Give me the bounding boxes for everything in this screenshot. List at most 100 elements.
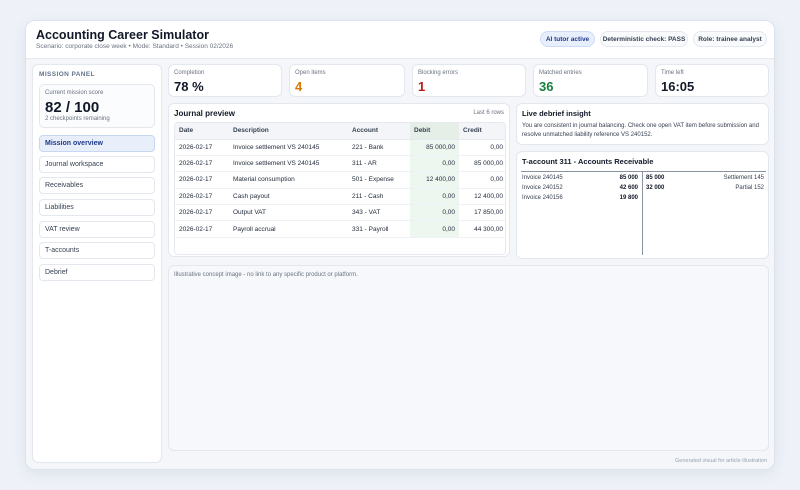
- footer-note: Generated visual for article illustratio…: [674, 458, 767, 464]
- cell-debit: 0,00: [410, 155, 459, 173]
- cell-credit: 85 000,00: [459, 155, 505, 173]
- cell-account: 221 - Bank: [348, 139, 410, 156]
- credit-entry-label: Settlement 145: [723, 175, 764, 181]
- column-header-description[interactable]: Description: [229, 123, 348, 140]
- score-value: 82 / 100: [45, 99, 100, 116]
- cell-credit: 44 300,00: [459, 220, 505, 238]
- credit-entry-label: Partial 152: [735, 185, 764, 191]
- debrief-insight-panel: Live debrief insight You are consistent …: [516, 103, 769, 145]
- mission-panel: MISSION PANEL Current mission score 82 /…: [32, 64, 162, 463]
- journal-table: Date Description Account Debit Credit 20…: [174, 122, 506, 255]
- debit-entry-amount: 85 000: [619, 175, 638, 181]
- app-window: Accounting Career Simulator Scenario: co…: [25, 20, 775, 470]
- column-header-credit[interactable]: Credit: [459, 123, 505, 140]
- cell-account: 211 - Cash: [348, 188, 410, 206]
- credit-entry-amount: 32 000: [646, 185, 665, 191]
- cell-credit: 12 400,00: [459, 188, 505, 206]
- kpi-value: 78 %: [174, 79, 204, 94]
- cell-debit: 0,00: [410, 204, 459, 222]
- debit-entry-label: Invoice 240156: [522, 195, 563, 201]
- mission-panel-heading: MISSION PANEL: [39, 71, 96, 78]
- kpi-label: Time left: [661, 70, 684, 76]
- nav-item-journal-workspace[interactable]: Journal workspace: [39, 156, 155, 173]
- debit-entry-label: Invoice 240152: [522, 185, 563, 191]
- debit-entry-amount: 19 800: [619, 195, 638, 201]
- score-label: Current mission score: [45, 90, 104, 96]
- cell-account: 343 - VAT: [348, 204, 410, 222]
- table-row[interactable]: 2026-02-17 Cash payout 211 - Cash 0,00 1…: [175, 188, 505, 206]
- cell-credit: 17 850,00: [459, 204, 505, 222]
- kpi-matched-entries: Matched entries 36: [533, 64, 648, 97]
- cell-description: Output VAT: [229, 204, 348, 222]
- t-account-title: T-account 311 - Accounts Receivable: [522, 157, 654, 166]
- cell-debit: 0,00: [410, 220, 459, 238]
- cell-account: 501 - Expense: [348, 171, 410, 189]
- checkpoints-remaining: 2 checkpoints remaining: [45, 116, 110, 122]
- nav-item-vat-review[interactable]: VAT review: [39, 221, 155, 238]
- kpi-completion: Completion 78 %: [168, 64, 282, 97]
- t-account-horizontal-rule: [521, 171, 766, 172]
- kpi-label: Open items: [295, 70, 326, 76]
- kpi-time-left: Time left 16:05: [655, 64, 769, 97]
- table-row[interactable]: 2026-02-17 Invoice settlement VS 240145 …: [175, 155, 505, 173]
- table-row[interactable]: 2026-02-17 Payroll accrual 331 - Payroll…: [175, 220, 505, 238]
- nav-item-mission-overview[interactable]: Mission overview: [39, 135, 155, 152]
- kpi-value: 36: [539, 79, 554, 94]
- column-header-account[interactable]: Account: [348, 123, 410, 140]
- concept-disclaimer: Illustrative concept image - no link to …: [174, 272, 358, 278]
- mission-score-card: Current mission score 82 / 100 2 checkpo…: [39, 84, 155, 128]
- cell-date: 2026-02-17: [175, 139, 229, 156]
- cell-description: Cash payout: [229, 188, 348, 206]
- column-header-date[interactable]: Date: [175, 123, 229, 140]
- kpi-value: 4: [295, 79, 303, 94]
- deterministic-check-badge[interactable]: Deterministic check: PASS: [600, 31, 688, 47]
- kpi-open-items: Open items 4: [289, 64, 405, 97]
- cell-description: Payroll accrual: [229, 220, 348, 238]
- top-bar: Accounting Career Simulator Scenario: co…: [26, 21, 774, 59]
- cell-debit: 0,00: [410, 188, 459, 206]
- concept-image-area: Illustrative concept image - no link to …: [168, 265, 769, 451]
- nav-item-receivables[interactable]: Receivables: [39, 177, 155, 194]
- cell-description: Invoice settlement VS 240145: [229, 139, 348, 156]
- table-row[interactable]: 2026-02-17 Material consumption 501 - Ex…: [175, 171, 505, 189]
- kpi-value: 1: [418, 79, 426, 94]
- cell-credit: 0,00: [459, 171, 505, 189]
- insight-text: You are consistent in journal balancing.…: [522, 123, 759, 138]
- nav-item-debrief[interactable]: Debrief: [39, 264, 155, 281]
- table-row[interactable]: 2026-02-17 Output VAT 343 - VAT 0,00 17 …: [175, 204, 505, 222]
- insight-title: Live debrief insight: [522, 109, 591, 118]
- cell-date: 2026-02-17: [175, 188, 229, 206]
- journal-preview-panel: Journal preview Last 6 rows Date Descrip…: [168, 103, 510, 257]
- column-header-debit[interactable]: Debit: [410, 123, 459, 140]
- t-account-vertical-rule: [642, 171, 643, 255]
- cell-account: 311 - AR: [348, 155, 410, 173]
- kpi-label: Blocking errors: [418, 70, 459, 76]
- debit-entry-amount: 42 600: [619, 185, 638, 191]
- cell-date: 2026-02-17: [175, 171, 229, 189]
- cell-account: 331 - Payroll: [348, 220, 410, 238]
- nav-item-t-accounts[interactable]: T-accounts: [39, 242, 155, 259]
- kpi-label: Completion: [174, 70, 205, 76]
- session-subtitle: Scenario: corporate close week • Mode: S…: [36, 43, 234, 50]
- kpi-label: Matched entries: [539, 70, 582, 76]
- role-badge[interactable]: Role: trainee analyst: [693, 31, 767, 47]
- rows-note: Last 6 rows: [473, 110, 504, 116]
- cell-date: 2026-02-17: [175, 220, 229, 238]
- cell-date: 2026-02-17: [175, 155, 229, 173]
- cell-date: 2026-02-17: [175, 204, 229, 222]
- journal-title: Journal preview: [174, 109, 235, 118]
- kpi-blocking-errors: Blocking errors 1: [412, 64, 526, 97]
- table-row[interactable]: 2026-02-17 Invoice settlement VS 240145 …: [175, 139, 505, 156]
- cell-credit: 0,00: [459, 139, 505, 156]
- workspace: MISSION PANEL Current mission score 82 /…: [26, 59, 774, 469]
- ai-tutor-badge[interactable]: AI tutor active: [540, 31, 595, 47]
- credit-entry-amount: 85 000: [646, 175, 665, 181]
- cell-description: Invoice settlement VS 240145: [229, 155, 348, 173]
- cell-description: Material consumption: [229, 171, 348, 189]
- debit-entry-label: Invoice 240145: [522, 175, 563, 181]
- cell-debit: 12 400,00: [410, 171, 459, 189]
- nav-item-liabilities[interactable]: Liabilities: [39, 199, 155, 216]
- table-header-row: Date Description Account Debit Credit: [175, 123, 505, 140]
- kpi-value: 16:05: [661, 79, 695, 94]
- app-title: Accounting Career Simulator: [36, 28, 209, 42]
